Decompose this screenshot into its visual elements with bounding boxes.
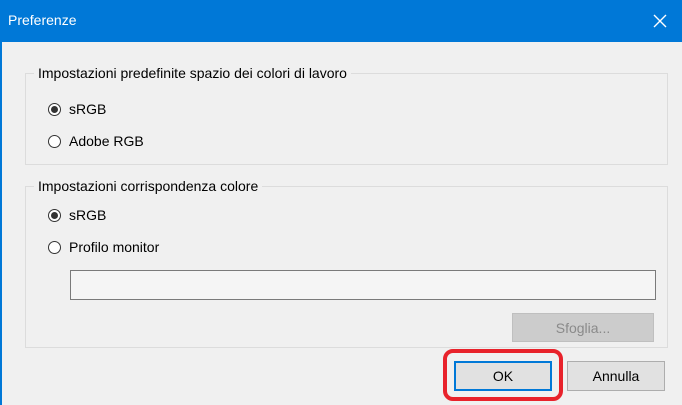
group-title: Impostazioni predefinite spazio dei colo…	[34, 64, 351, 82]
radio-adobe-rgb[interactable]: Adobe RGB	[48, 133, 144, 149]
window-title: Preferenze	[8, 12, 77, 28]
radio-icon[interactable]	[48, 134, 61, 148]
group-title: Impostazioni corrispondenza colore	[34, 177, 263, 195]
workspace-color-group: Impostazioni predefinite spazio dei colo…	[25, 64, 668, 165]
radio-label: Adobe RGB	[69, 133, 144, 149]
highlight-annotation	[443, 349, 563, 401]
radio-icon-selected[interactable]	[48, 102, 61, 116]
radio-monitor-profile[interactable]: Profilo monitor	[48, 239, 159, 255]
radio-icon[interactable]	[48, 240, 61, 254]
radio-label: sRGB	[69, 101, 107, 117]
window-frame	[0, 42, 2, 405]
close-icon[interactable]	[638, 0, 682, 42]
radio-label: sRGB	[69, 207, 107, 223]
color-matching-group: Impostazioni corrispondenza colore sRGB …	[25, 177, 668, 348]
browse-button[interactable]: Sfoglia...	[512, 313, 654, 342]
radio-srgb-workspace[interactable]: sRGB	[48, 101, 106, 117]
radio-icon-selected[interactable]	[48, 208, 61, 222]
radio-srgb-matching[interactable]: sRGB	[48, 207, 106, 223]
cancel-button[interactable]: Annulla	[567, 361, 665, 391]
title-bar: Preferenze	[0, 0, 682, 42]
radio-label: Profilo monitor	[69, 239, 160, 255]
monitor-profile-field[interactable]	[70, 270, 656, 300]
